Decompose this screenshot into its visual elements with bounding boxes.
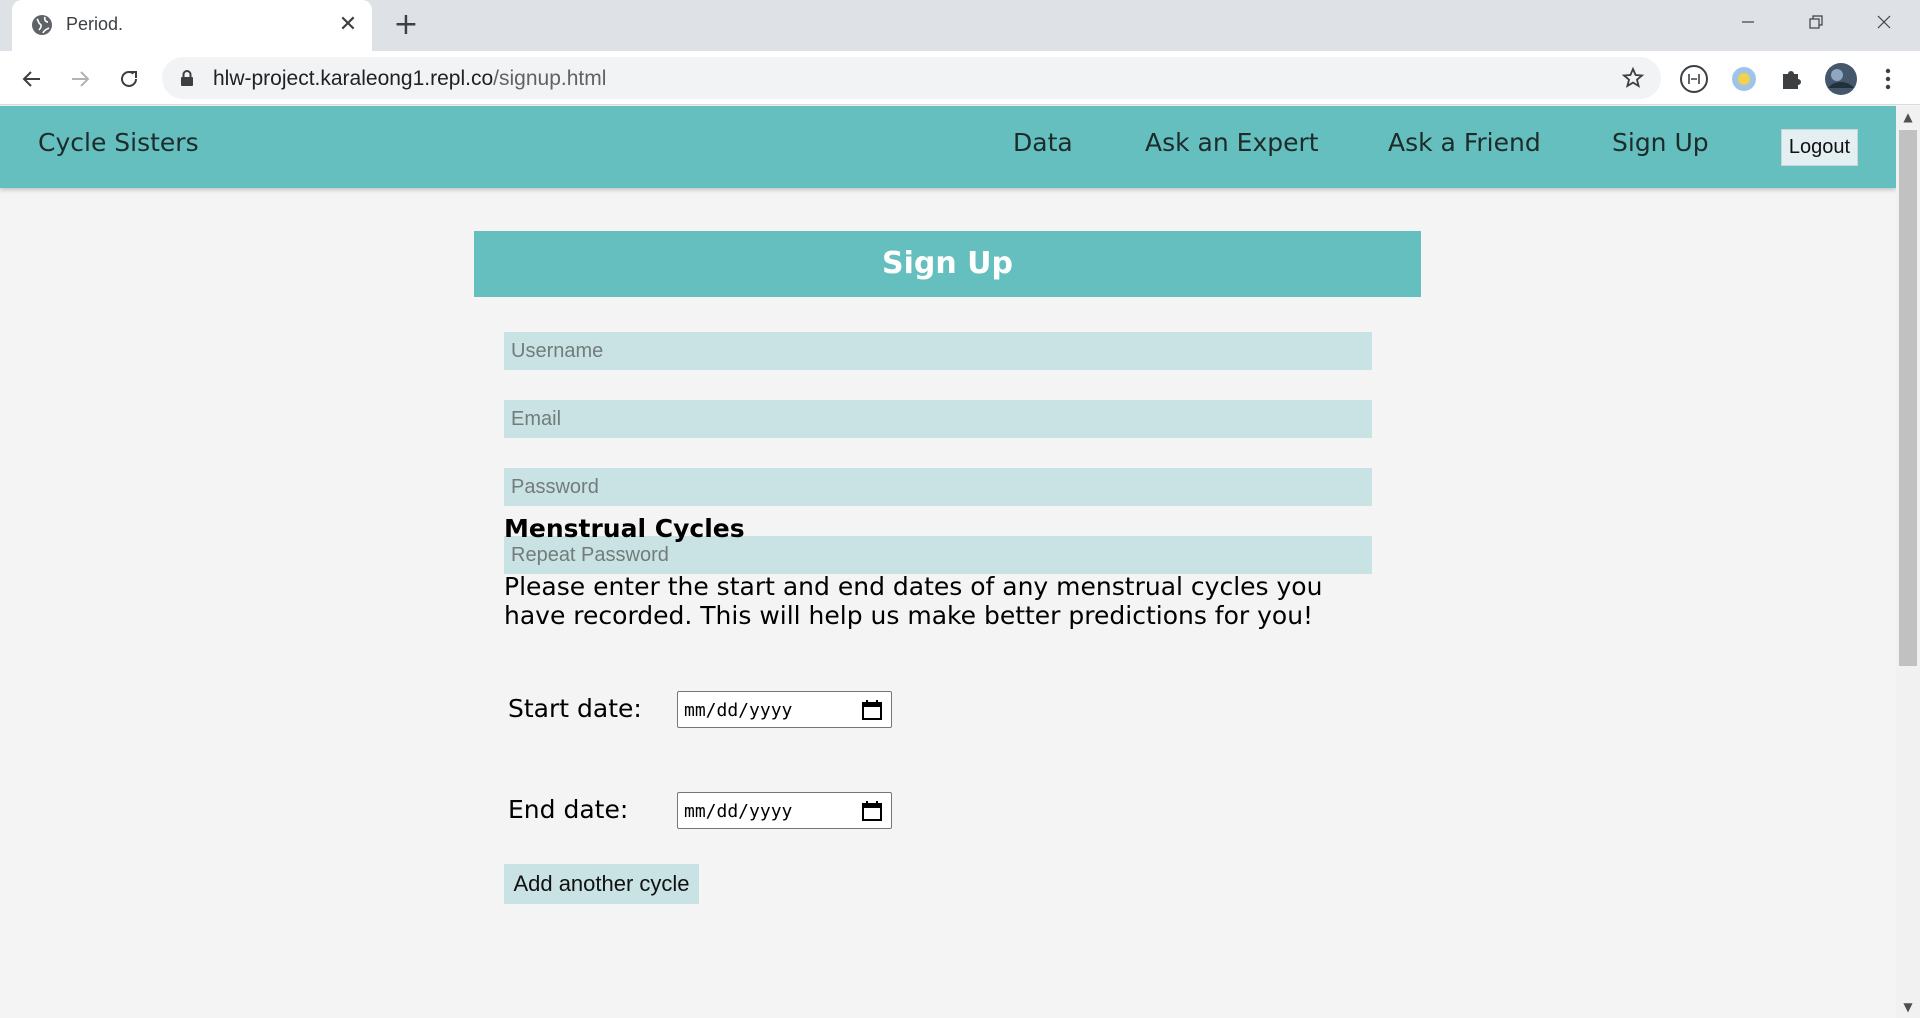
globe-icon <box>32 15 52 35</box>
nav-link-sign-up[interactable]: Sign Up <box>1612 128 1709 157</box>
vertical-scrollbar[interactable]: ▲ ▼ <box>1896 106 1920 1018</box>
calendar-icon[interactable] <box>861 800 883 822</box>
forward-arrow-icon[interactable] <box>62 60 98 96</box>
sun-extension-icon[interactable] <box>1729 64 1759 94</box>
scroll-down-arrow-icon[interactable]: ▼ <box>1896 996 1920 1018</box>
brand-link[interactable]: Cycle Sisters <box>38 128 199 157</box>
address-bar[interactable]: hlw-project.karaleong1.repl.co/signup.ht… <box>162 57 1661 99</box>
email-placeholder: Email <box>511 408 562 430</box>
url-text: hlw-project.karaleong1.repl.co/signup.ht… <box>213 67 606 91</box>
tab-title: Period. <box>66 14 124 34</box>
tab-close-icon[interactable]: ✕ <box>335 12 361 38</box>
url-host: hlw-project.karaleong1.repl.co <box>213 67 494 90</box>
password-placeholder: Password <box>511 476 599 498</box>
password-field[interactable]: Password <box>504 468 1372 506</box>
browser-tab-strip: Period. ✕ + <box>0 0 1920 51</box>
start-date-placeholder: mm/dd/yyyy <box>684 700 793 721</box>
close-icon[interactable] <box>1852 0 1916 44</box>
scrollbar-thumb[interactable] <box>1899 130 1917 666</box>
reload-icon[interactable] <box>111 60 147 96</box>
back-arrow-icon[interactable] <box>14 60 50 96</box>
start-date-label: Start date: <box>508 694 642 723</box>
cycles-description: Please enter the start and end dates of … <box>504 572 1323 630</box>
avatar[interactable] <box>1824 62 1858 96</box>
page-content: Cycle Sisters Data Ask an Expert Ask a F… <box>0 106 1896 1018</box>
end-date-input[interactable]: mm/dd/yyyy <box>677 792 892 829</box>
nav-link-ask-an-expert[interactable]: Ask an Expert <box>1145 128 1319 157</box>
nav-link-data[interactable]: Data <box>1013 128 1073 157</box>
restore-icon[interactable] <box>1784 0 1848 44</box>
url-path: /signup.html <box>493 67 607 90</box>
bookmark-star-icon[interactable] <box>1621 66 1645 90</box>
username-field[interactable]: Username <box>504 332 1372 370</box>
browser-toolbar: hlw-project.karaleong1.repl.co/signup.ht… <box>0 51 1920 105</box>
end-date-label: End date: <box>508 795 629 824</box>
cycles-section-title: Menstrual Cycles <box>504 514 745 543</box>
email-field[interactable]: Email <box>504 400 1372 438</box>
new-tab-button[interactable]: + <box>390 9 422 41</box>
username-placeholder: Username <box>511 340 604 362</box>
end-date-placeholder: mm/dd/yyyy <box>684 801 793 822</box>
page-title: Sign Up <box>474 231 1421 297</box>
logout-button[interactable]: Logout <box>1781 129 1858 166</box>
site-navbar: Cycle Sisters Data Ask an Expert Ask a F… <box>0 106 1896 188</box>
start-date-input[interactable]: mm/dd/yyyy <box>677 691 892 728</box>
scroll-up-arrow-icon[interactable]: ▲ <box>1896 106 1920 128</box>
more-menu-icon[interactable] <box>1870 60 1906 96</box>
lock-icon <box>181 70 193 86</box>
nav-link-ask-a-friend[interactable]: Ask a Friend <box>1388 128 1541 157</box>
minimize-icon[interactable] <box>1716 0 1780 44</box>
add-another-cycle-button[interactable]: Add another cycle <box>504 864 699 904</box>
puzzle-icon[interactable] <box>1777 64 1807 94</box>
repeat-password-placeholder: Repeat Password <box>511 544 669 566</box>
calendar-icon[interactable] <box>861 699 883 721</box>
extension-icon[interactable] <box>1679 64 1709 94</box>
browser-tab[interactable]: Period. ✕ <box>12 0 372 51</box>
